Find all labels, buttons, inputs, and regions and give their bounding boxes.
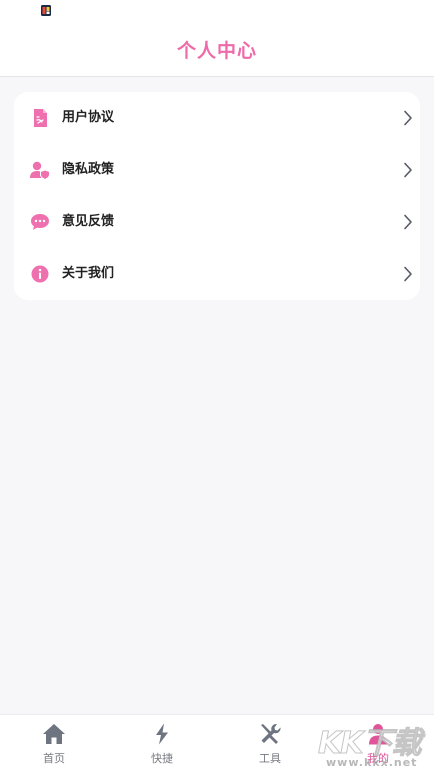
menu-item-label: 隐私政策: [62, 162, 115, 177]
menu-item-privacy-policy[interactable]: 隐私政策: [14, 144, 420, 196]
chevron-right-icon: [404, 110, 412, 126]
chevron-right-icon: [404, 162, 412, 178]
menu-item-about-us[interactable]: 关于我们: [14, 248, 420, 300]
header: 个人中心: [0, 22, 434, 77]
bottom-tab-bar: 首页 快捷 工具 我的: [0, 714, 434, 772]
menu-card: 用户协议 隐私政策 意见反馈 关于我们: [14, 92, 420, 300]
tab-label: 我的: [367, 752, 389, 765]
menu-item-feedback[interactable]: 意见反馈: [14, 196, 420, 248]
tab-shortcuts[interactable]: 快捷: [108, 715, 216, 772]
chevron-right-icon: [404, 214, 412, 230]
person-icon: [369, 724, 387, 745]
tab-label: 工具: [259, 752, 281, 765]
home-icon: [43, 724, 65, 744]
lightning-icon: [156, 723, 168, 745]
menu-item-label: 关于我们: [62, 266, 115, 281]
tab-tools[interactable]: 工具: [216, 715, 324, 772]
tab-mine[interactable]: 我的: [324, 715, 432, 772]
info-icon: [31, 265, 49, 283]
chat-bubble-icon: [31, 214, 49, 230]
page-title: 个人中心: [176, 39, 257, 62]
menu-item-label: 意见反馈: [62, 214, 115, 229]
app-notification-icon: [41, 5, 51, 16]
tools-icon: [261, 723, 281, 744]
chevron-right-icon: [404, 266, 412, 282]
menu-item-label: 用户协议: [62, 110, 115, 125]
tab-label: 快捷: [151, 752, 173, 765]
tab-home[interactable]: 首页: [0, 715, 108, 772]
status-bar: [0, 0, 434, 22]
user-shield-icon: [30, 161, 50, 180]
document-icon: [34, 109, 47, 127]
screen: 个人中心 用户协议 隐私政策 意见反馈 关于我们 首页 快捷 工具 我的 KK下…: [0, 0, 434, 772]
tab-label: 首页: [43, 752, 65, 765]
menu-item-user-agreement[interactable]: 用户协议: [14, 92, 420, 144]
